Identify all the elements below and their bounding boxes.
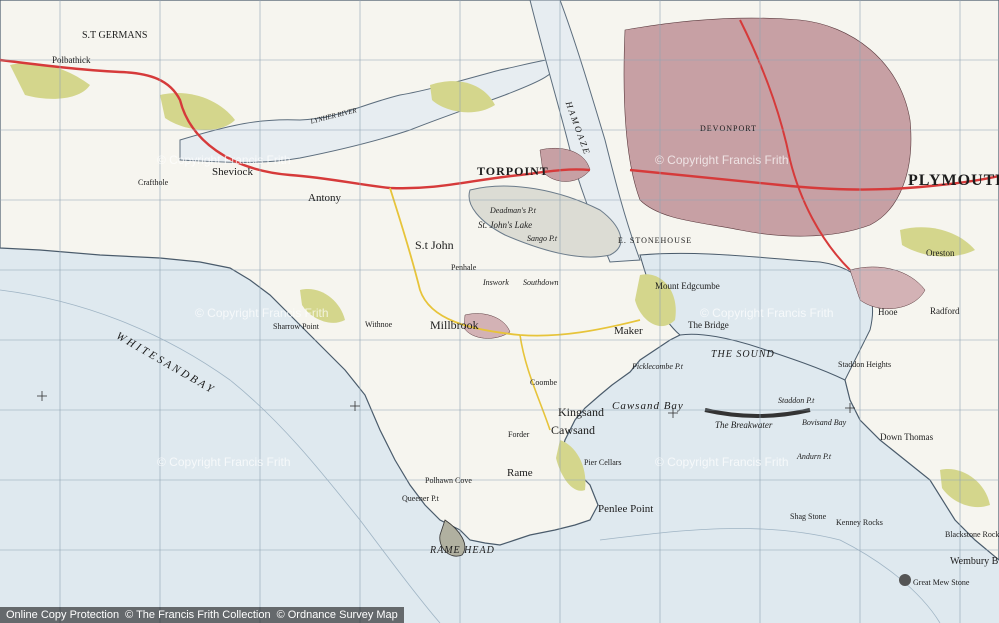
label-kingsand: Kingsand [558, 405, 604, 419]
label-polhawn-cove: Polhawn Cove [425, 476, 472, 485]
label-hooe: Hooe [878, 307, 898, 317]
label-mount-edgcumbe: Mount Edgcumbe [655, 281, 720, 291]
watermark: © Copyright Francis Frith [157, 153, 291, 167]
label-penlee-point: Penlee Point [598, 503, 654, 515]
label-sharrow-point: Sharrow Point [273, 322, 319, 331]
footer-copy-protection: Online Copy Protection [6, 609, 120, 621]
label-the-sound: THE SOUND [711, 349, 775, 360]
great-mew-stone [899, 574, 911, 586]
label-maker: Maker [614, 325, 643, 337]
label-deadmans-point: Deadman's P.t [490, 206, 537, 215]
plymouth-urban [623, 17, 912, 237]
label-antony: Antony [308, 192, 341, 204]
label-rame: Rame [507, 467, 533, 479]
label-coombe: Coombe [530, 378, 558, 387]
label-st-john: S.t John [415, 238, 454, 252]
label-devonport: DEVONPORT [700, 124, 757, 133]
label-wembury-bay: Wembury B [950, 556, 999, 567]
label-southdown: Southdown [523, 278, 559, 287]
label-withnoe: Withnoe [365, 320, 393, 329]
label-crafthole: Crafthole [138, 178, 169, 187]
label-down-thomas: Down Thomas [880, 432, 934, 442]
depth-contour [599, 528, 941, 623]
watermark: © Copyright Francis Frith [157, 455, 291, 469]
label-st-germans: S.T GERMANS [82, 30, 148, 41]
copyright-footer: Online Copy Protection © The Francis Fri… [0, 607, 404, 623]
map-canvas[interactable]: S.T GERMANS Polbathick Sheviock Antony S… [0, 0, 999, 623]
map-svg [0, 0, 999, 623]
label-polbathick: Polbathick [52, 55, 91, 65]
label-cawsand: Cawsand [551, 423, 595, 437]
footer-ordnance: © Ordnance Survey Map [276, 609, 398, 621]
label-andurn-point: Andurn P.t [797, 452, 832, 461]
label-sango-point: Sango P.t [527, 234, 558, 243]
label-forder: Forder [508, 430, 530, 439]
label-inswork: Inswork [483, 278, 509, 287]
label-millbrook: Millbrook [430, 318, 479, 332]
label-oreston: Oreston [926, 248, 955, 258]
label-picklecombe-point: Picklecombe P.t [632, 362, 683, 371]
label-rame-head: RAME HEAD [430, 545, 495, 556]
label-staddon-heights: Staddon Heights [838, 360, 892, 369]
label-bovisand-bay: Bovisand Bay [802, 418, 847, 427]
watermark: © Copyright Francis Frith [700, 306, 834, 320]
watermark: © Copyright Francis Frith [655, 153, 789, 167]
label-east-stonehouse: E. STONEHOUSE [618, 236, 693, 245]
label-shag-stone: Shag Stone [790, 512, 827, 521]
label-st-johns-lake: St. John's Lake [478, 220, 533, 230]
label-the-breakwater: The Breakwater [715, 420, 773, 430]
footer-frith: © The Francis Frith Collection [125, 609, 271, 621]
label-radford: Radford [930, 306, 960, 316]
label-staddon-point: Staddon P.t [778, 396, 815, 405]
label-blackstone-rocks: Blackstone Rocks [945, 530, 999, 539]
label-cawsand-bay: Cawsand Bay [612, 400, 684, 412]
label-queener-point: Queener P.t [402, 494, 439, 503]
label-pier-cellars: Pier Cellars [584, 458, 622, 467]
label-kenney-rocks: Kenney Rocks [836, 518, 883, 527]
label-sheviock: Sheviock [212, 166, 253, 178]
label-torpoint: TORPOINT [477, 164, 549, 178]
label-the-bridge: The Bridge [688, 320, 729, 330]
watermark: © Copyright Francis Frith [655, 455, 789, 469]
label-great-mew-stone: Great Mew Stone [913, 578, 970, 587]
label-plymouth: PLYMOUTH [908, 172, 999, 189]
breakwater [704, 408, 811, 418]
watermark: © Copyright Francis Frith [195, 306, 329, 320]
label-penhale: Penhale [451, 263, 477, 272]
